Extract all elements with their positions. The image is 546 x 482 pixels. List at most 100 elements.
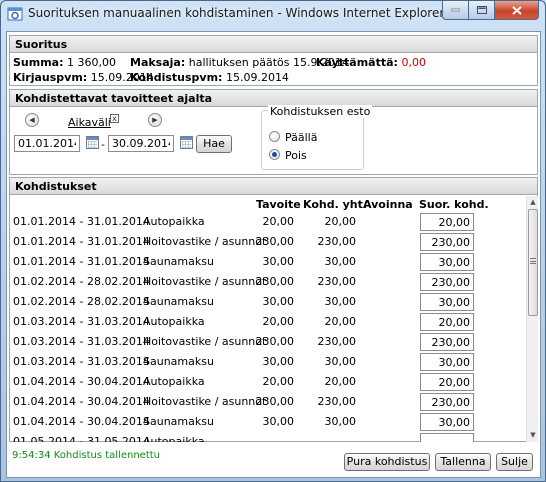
- table-row: 01.03.2014 - 31.03.2014 Autopaikka 20,00 20…: [10, 312, 526, 332]
- minimize-icon: [451, 8, 460, 12]
- row-allocated: 30,00: [324, 415, 357, 428]
- maximize-button[interactable]: [469, 1, 495, 20]
- column-target: Tavoite: [256, 198, 301, 211]
- row-item: Saunamaksu: [143, 355, 214, 368]
- unused-value: 0,00: [401, 56, 426, 69]
- row-target: 20,00: [262, 215, 295, 228]
- row-allocated: 30,00: [324, 355, 357, 368]
- scroll-thumb[interactable]: [528, 209, 538, 316]
- row-allocated: 20,00: [324, 215, 357, 228]
- row-target: 230,00: [255, 275, 295, 288]
- row-period: 01.01.2014 - 31.01.2014: [13, 215, 150, 228]
- payment-amount-input[interactable]: [420, 333, 474, 351]
- row-allocated: 230,00: [317, 395, 357, 408]
- row-allocated: 230,00: [317, 235, 357, 248]
- unused-label: Käyttämättä:: [316, 56, 398, 69]
- search-button[interactable]: Hae: [196, 135, 232, 153]
- table-row: 01.01.2014 - 31.01.2014 Hoitovastike / as…: [10, 232, 526, 252]
- payment-amount-input[interactable]: [420, 273, 474, 291]
- minimize-button[interactable]: [442, 1, 469, 20]
- close-window-button[interactable]: [495, 1, 539, 20]
- table-row: 01.04.2014 - 30.04.2014 Autopaikka 20,00 20…: [10, 372, 526, 392]
- amount-line: Summa: 1 360,00: [13, 56, 116, 69]
- window-title: Suorituksen manuaalinen kohdistaminen - …: [28, 6, 445, 20]
- row-allocated: 230,00: [317, 335, 357, 348]
- payment-amount-input[interactable]: [420, 293, 474, 311]
- row-period: 01.04.2014 - 30.04.2014: [13, 375, 150, 388]
- payment-amount-input[interactable]: [420, 433, 474, 442]
- start-date-input[interactable]: [14, 135, 80, 152]
- row-period: 01.01.2014 - 31.01.2014: [13, 235, 150, 248]
- amount-label: Summa:: [13, 56, 64, 69]
- scroll-down-icon[interactable]: ▼: [528, 430, 538, 440]
- table-row: 01.02.2014 - 28.02.2014 Saunamaksu 30,00 30…: [10, 292, 526, 312]
- previous-period-button[interactable]: ◀: [25, 113, 39, 127]
- allocation-block-legend: Kohdistuksen esto: [268, 105, 373, 118]
- title-bar[interactable]: Suorituksen manuaalinen kohdistaminen - …: [1, 1, 545, 27]
- payment-amount-input[interactable]: [420, 313, 474, 331]
- end-date-input[interactable]: [108, 135, 174, 152]
- maximize-icon: [476, 6, 487, 14]
- payment-panel: Suoritus Summa: 1 360,00 Maksaja: hallit…: [9, 35, 538, 86]
- row-target: 20,00: [262, 315, 295, 328]
- column-payment: Suor. kohd.: [419, 198, 489, 211]
- row-target: 230,00: [255, 335, 295, 348]
- block-on-label[interactable]: Päällä: [285, 131, 317, 144]
- clear-allocation-button[interactable]: Pura kohdistus: [344, 453, 430, 471]
- allocations-panel: Kohdistukset Tavoite Kohd. yht. Avoinna …: [9, 177, 538, 442]
- allocations-heading: Kohdistukset: [10, 178, 537, 195]
- row-period: 01.03.2014 - 31.03.2014: [13, 315, 150, 328]
- payment-amount-input[interactable]: [420, 393, 474, 411]
- payment-amount-input[interactable]: [420, 253, 474, 271]
- table-row: 01.05.2014 - 31.05.2014 Autopaikka: [10, 432, 526, 442]
- window-controls: [442, 1, 539, 20]
- payment-amount-input[interactable]: [420, 353, 474, 371]
- column-allocated: Kohd. yht.: [303, 198, 368, 211]
- row-period: 01.05.2014 - 31.05.2014: [13, 435, 150, 442]
- period-panel: Kohdistettavat tavoitteet ajalta ◀ Aikav…: [9, 89, 538, 175]
- payment-amount-input[interactable]: [420, 373, 474, 391]
- row-item: Autopaikka: [143, 435, 205, 442]
- allocation-date-value: 15.09.2014: [225, 71, 289, 84]
- row-target: 20,00: [262, 375, 295, 388]
- row-period: 01.01.2014 - 31.01.2014: [13, 255, 150, 268]
- status-message: 9:54:34 Kohdistus tallennettu: [12, 450, 160, 461]
- row-period: 01.03.2014 - 31.03.2014: [13, 355, 150, 368]
- clear-period-button[interactable]: x: [110, 114, 119, 123]
- vertical-scrollbar[interactable]: ▲ ▼: [526, 196, 538, 442]
- amount-value: 1 360,00: [67, 56, 116, 69]
- payment-amount-input[interactable]: [420, 213, 474, 231]
- table-row: 01.03.2014 - 31.03.2014 Hoitovastike / as…: [10, 332, 526, 352]
- dialog-content: Suoritus Summa: 1 360,00 Maksaja: hallit…: [6, 31, 541, 478]
- internet-explorer-icon: [7, 7, 23, 21]
- row-target: 230,00: [255, 395, 295, 408]
- table-row: 01.01.2014 - 31.01.2014 Saunamaksu 30,00 30…: [10, 252, 526, 272]
- row-period: 01.04.2014 - 30.04.2014: [13, 415, 150, 428]
- allocation-date-line: Kohdistuspvm: 15.09.2014: [130, 71, 289, 84]
- row-target: 30,00: [262, 295, 295, 308]
- end-date-calendar-icon[interactable]: [180, 136, 193, 149]
- table-row: 01.01.2014 - 31.01.2014 Autopaikka 20,00 20…: [10, 212, 526, 232]
- block-off-label[interactable]: Pois: [285, 149, 307, 162]
- row-item: Saunamaksu: [143, 255, 214, 268]
- start-date-calendar-icon[interactable]: [86, 136, 99, 149]
- close-button[interactable]: Sulje: [496, 453, 533, 471]
- column-open: Avoinna: [363, 198, 413, 211]
- close-icon: [511, 5, 522, 15]
- scroll-up-icon[interactable]: ▲: [528, 197, 538, 207]
- browser-window: Suorituksen manuaalinen kohdistaminen - …: [0, 0, 546, 482]
- row-allocated: 230,00: [317, 275, 357, 288]
- row-period: 01.04.2014 - 30.04.2014: [13, 395, 150, 408]
- block-on-radio[interactable]: [269, 131, 280, 142]
- unused-line: Käyttämättä: 0,00: [316, 56, 426, 69]
- block-off-radio[interactable]: [269, 149, 280, 160]
- payment-amount-input[interactable]: [420, 413, 474, 431]
- next-period-button[interactable]: ▶: [148, 113, 162, 127]
- row-item: Saunamaksu: [143, 415, 214, 428]
- save-button[interactable]: Tallenna: [435, 453, 491, 471]
- payment-amount-input[interactable]: [420, 233, 474, 251]
- period-link[interactable]: Aikaväli: [68, 116, 111, 129]
- row-item: Autopaikka: [143, 375, 205, 388]
- row-target: 30,00: [262, 255, 295, 268]
- arrow-right-icon: ▶: [152, 116, 158, 124]
